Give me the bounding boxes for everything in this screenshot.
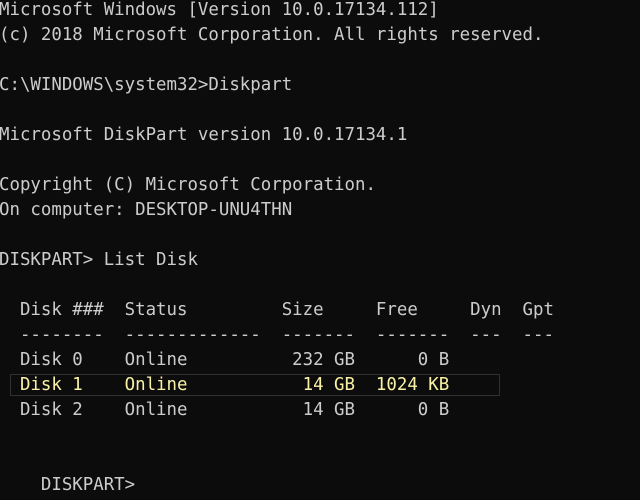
prompt-text: DISKPART> xyxy=(40,475,146,495)
diskpart-version-line: Microsoft DiskPart version 10.0.17134.1 xyxy=(0,125,408,145)
diskpart-prompt[interactable]: DISKPART> xyxy=(0,448,146,500)
disk-table-separator: -------- ------------- ------- ------- -… xyxy=(0,325,554,345)
diskpart-command-line: C:\WINDOWS\system32>Diskpart xyxy=(0,75,293,95)
console-window[interactable]: Microsoft Windows [Version 10.0.17134.11… xyxy=(0,0,640,500)
computer-name-line: On computer: DESKTOP-UNU4THN xyxy=(0,200,293,220)
disk-table-row: Disk 0 Online 232 GB 0 B xyxy=(0,350,450,370)
windows-version-line: Microsoft Windows [Version 10.0.17134.11… xyxy=(0,0,439,20)
disk-table-row-highlighted: Disk 1 Online 14 GB 1024 KB xyxy=(0,375,450,395)
disk-table-header: Disk ### Status Size Free Dyn Gpt xyxy=(0,300,554,320)
diskpart-copyright-line: Copyright (C) Microsoft Corporation. xyxy=(0,175,376,195)
windows-copyright-line: (c) 2018 Microsoft Corporation. All righ… xyxy=(0,25,544,45)
list-disk-command-line: DISKPART> List Disk xyxy=(0,250,198,270)
disk-table-row: Disk 2 Online 14 GB 0 B xyxy=(0,400,450,420)
